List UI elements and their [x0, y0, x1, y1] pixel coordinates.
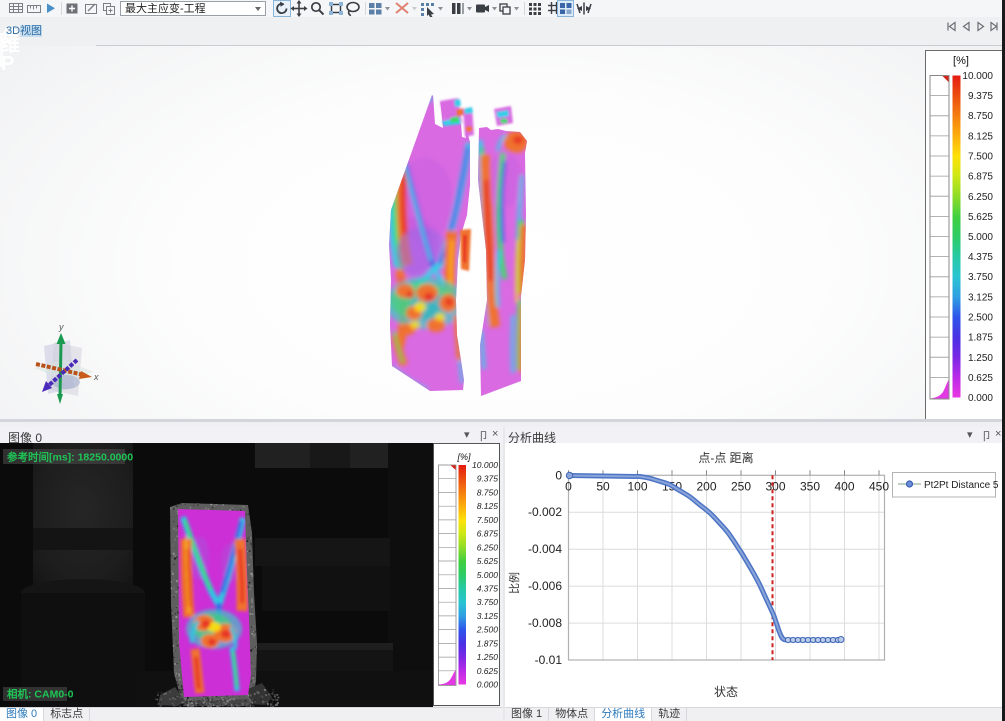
svg-text:3.750: 3.750 [477, 597, 499, 607]
svg-text:6.250: 6.250 [968, 192, 993, 203]
svg-text:6.875: 6.875 [477, 529, 499, 539]
svg-text:5.000: 5.000 [477, 570, 499, 580]
svg-text:[%]: [%] [456, 452, 471, 462]
svg-text:7.500: 7.500 [968, 152, 993, 163]
svg-text:9.375: 9.375 [968, 91, 993, 102]
svg-text:1.875: 1.875 [477, 638, 499, 648]
svg-text:0: 0 [555, 468, 562, 482]
svg-text:Pt2Pt Distance 5: Pt2Pt Distance 5 [924, 480, 999, 491]
svg-text:-0.004: -0.004 [528, 542, 562, 556]
svg-text:0.625: 0.625 [968, 373, 993, 384]
svg-text:点-点 距离: 点-点 距离 [698, 450, 753, 465]
svg-text:5.625: 5.625 [968, 212, 993, 223]
svg-text:-0.008: -0.008 [528, 616, 562, 630]
svg-text:6.250: 6.250 [477, 542, 499, 552]
svg-text:0.625: 0.625 [477, 666, 499, 676]
svg-text:450: 450 [869, 479, 889, 493]
svg-text:2.500: 2.500 [476, 625, 499, 635]
svg-text:x: x [93, 372, 99, 382]
svg-text:100: 100 [627, 479, 647, 493]
svg-text:P: P [1, 53, 14, 75]
svg-text:-0.006: -0.006 [528, 579, 562, 593]
svg-text:200: 200 [696, 479, 716, 493]
svg-text:状态: 状态 [714, 685, 738, 699]
svg-text:350: 350 [800, 479, 820, 493]
svg-text:-0.002: -0.002 [528, 505, 562, 519]
svg-text:1.250: 1.250 [477, 652, 499, 662]
svg-text:10.000: 10.000 [962, 71, 993, 82]
svg-text:2.500: 2.500 [968, 313, 993, 324]
svg-text:参考时间[ms]: 18250.0000: 参考时间[ms]: 18250.0000 [7, 451, 133, 464]
svg-text:4.375: 4.375 [477, 584, 499, 594]
svg-text:4.375: 4.375 [968, 252, 993, 263]
svg-text:10.000: 10.000 [472, 460, 498, 470]
svg-text:8.125: 8.125 [968, 131, 993, 142]
svg-text:最大主应变-工程: 最大主应变-工程 [125, 1, 206, 15]
svg-text:0.000: 0.000 [968, 393, 993, 404]
svg-text:5.625: 5.625 [477, 556, 499, 566]
svg-text:3.750: 3.750 [968, 272, 993, 283]
svg-text:比例: 比例 [507, 572, 521, 594]
svg-text:7.500: 7.500 [477, 515, 499, 525]
svg-text:8.750: 8.750 [477, 487, 499, 497]
svg-text:-0.01: -0.01 [535, 653, 563, 667]
svg-text:400: 400 [834, 479, 854, 493]
svg-text:1.250: 1.250 [968, 353, 993, 364]
svg-text:9.375: 9.375 [477, 474, 499, 484]
svg-text:1.875: 1.875 [968, 333, 993, 344]
svg-text:8.125: 8.125 [477, 501, 499, 511]
svg-text:300: 300 [765, 479, 785, 493]
svg-text:3.125: 3.125 [477, 611, 499, 621]
svg-text:[%]: [%] [953, 55, 969, 67]
svg-text:0.000: 0.000 [477, 680, 499, 690]
svg-text:250: 250 [731, 479, 751, 493]
svg-text:y: y [58, 322, 64, 332]
svg-text:6.875: 6.875 [968, 172, 993, 183]
svg-text:3.125: 3.125 [968, 292, 993, 303]
svg-text:0: 0 [565, 479, 572, 493]
svg-text:50: 50 [596, 479, 610, 493]
svg-text:5.000: 5.000 [968, 232, 993, 243]
svg-text:8.750: 8.750 [968, 111, 993, 122]
svg-text:相机: CAM0-0: 相机: CAM0-0 [7, 688, 74, 701]
